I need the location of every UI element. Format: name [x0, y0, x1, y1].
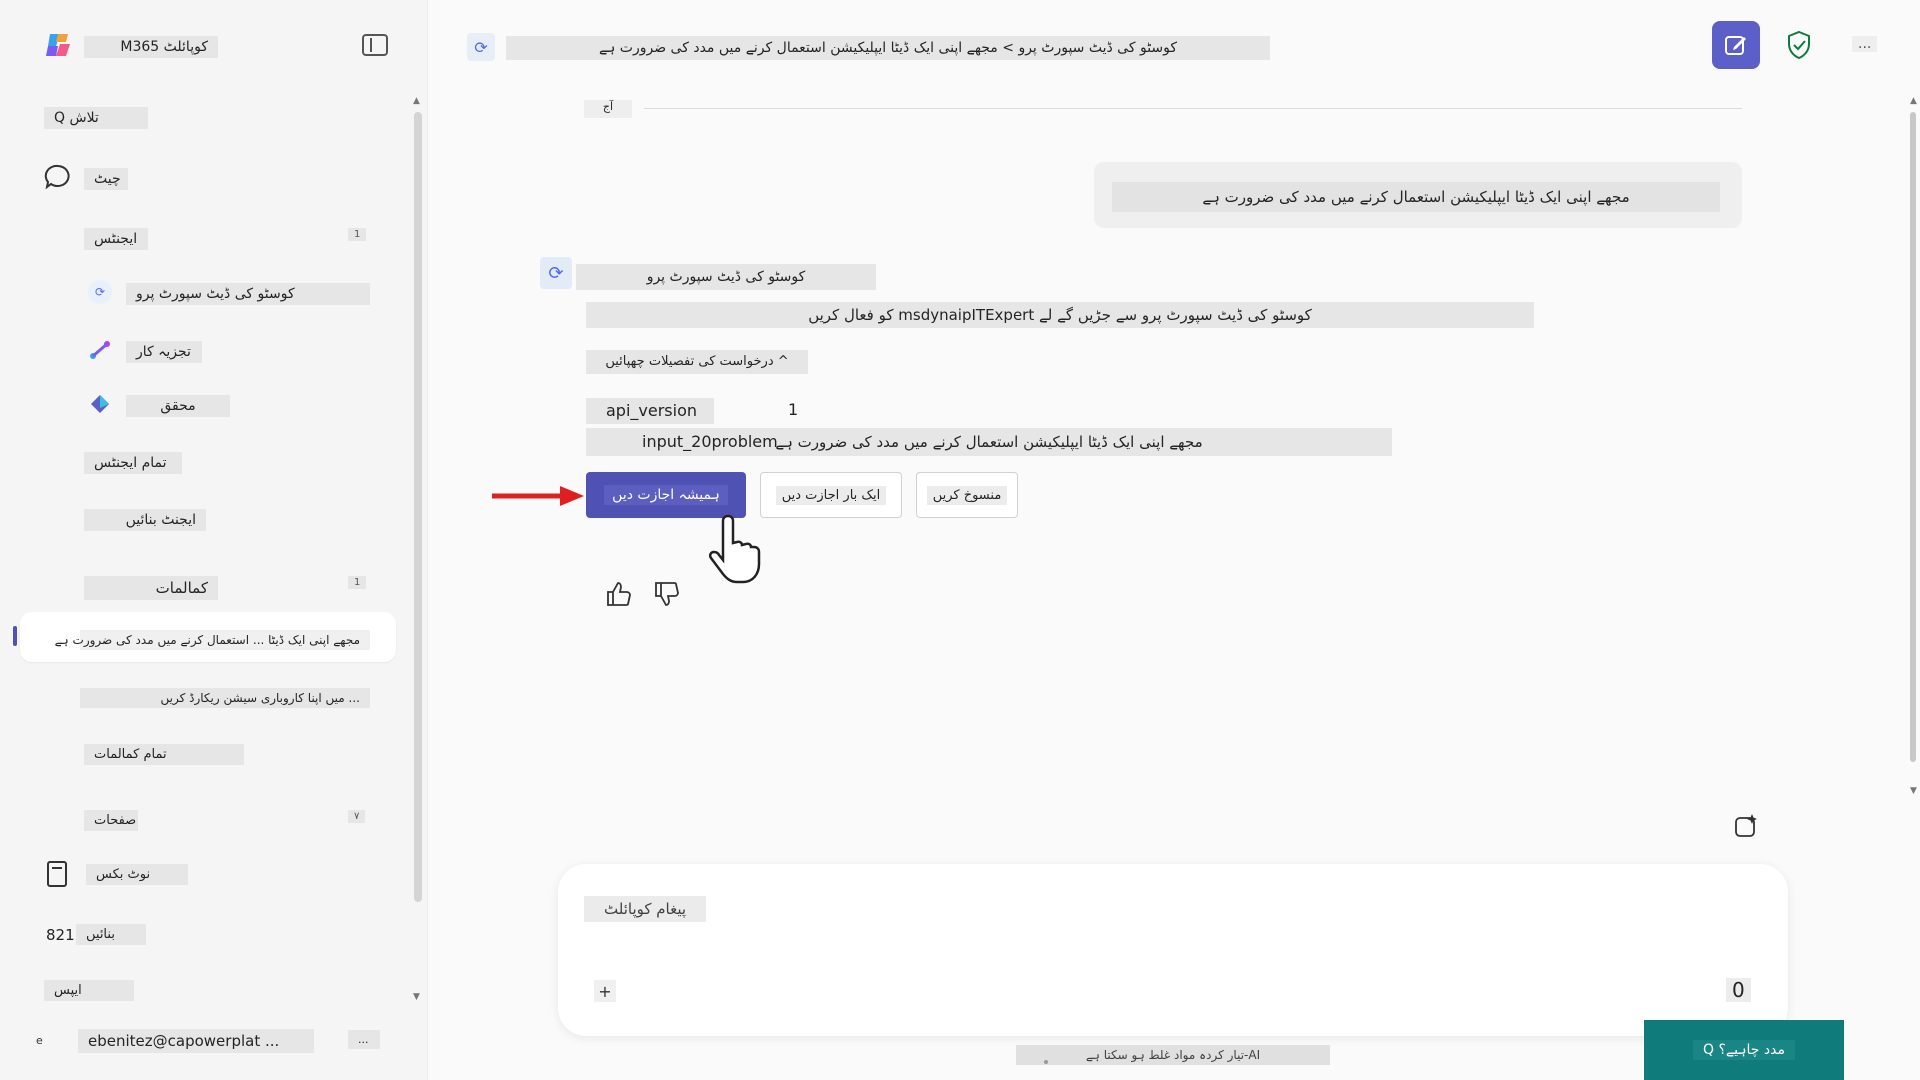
sidebar-item-apps[interactable]: ایپس — [44, 980, 134, 1001]
analyst-icon — [90, 341, 110, 359]
shield-check-icon[interactable] — [1786, 30, 1812, 60]
message-composer[interactable] — [558, 864, 1788, 1036]
sidebar-item-create[interactable]: بنائیں — [76, 924, 146, 945]
sidebar-item-conversation-2[interactable]: ... میں اپنا کاروباری سیشن ریکارڈ کریں — [80, 688, 370, 708]
agents-section-label: ایجنٹس — [84, 228, 148, 250]
param-value-api-version: 1 — [788, 400, 799, 419]
create-badge: 821 — [46, 926, 75, 944]
always-allow-label: ہمیشہ اجازت دیں — [604, 485, 728, 505]
main-scroll-down-icon[interactable]: ▼ — [1910, 786, 1917, 796]
sidebar-scrollbar[interactable] — [414, 112, 422, 902]
user-avatar[interactable]: e — [36, 1034, 48, 1047]
agent-name: کوسٹو کی ڈیٹ سپورٹ پرو — [576, 264, 876, 290]
date-divider-label: آج — [584, 100, 632, 118]
all-conversations-link[interactable]: تمام کمالمات — [84, 744, 244, 765]
cancel-button[interactable]: منسوخ کریں — [916, 472, 1018, 518]
allow-once-button[interactable]: ایک بار اجازت دیں — [760, 472, 902, 518]
param-name-input: input_20problem — [642, 432, 778, 451]
user-more-button[interactable]: ... — [348, 1030, 380, 1049]
compose-icon — [1725, 36, 1746, 55]
notebooks-count: ۷ — [348, 810, 366, 823]
sidebar-item-conversation-1[interactable]: مجھے اپنی ایک ڈیٹا ... استعمال کرنے میں … — [55, 630, 370, 650]
allow-once-label: ایک بار اجازت دیں — [775, 485, 887, 505]
main-scrollbar[interactable] — [1910, 112, 1916, 762]
cancel-label: منسوخ کریں — [926, 485, 1008, 505]
sidebar-item-notebooks[interactable]: نوٹ بکس — [86, 864, 188, 885]
scroll-up-icon[interactable]: ▲ — [413, 96, 420, 106]
new-chat-button[interactable] — [1712, 21, 1760, 69]
conversations-section-label: کمالمات — [84, 576, 218, 600]
all-agents-link[interactable]: تمام ایجنٹس — [84, 452, 182, 474]
help-button[interactable]: Q مدد چاہیے؟ — [1644, 1020, 1844, 1080]
main-scroll-up-icon[interactable]: ▲ — [1910, 96, 1917, 106]
search-button[interactable]: Q تلاش — [44, 107, 148, 129]
sidebar-item-chat[interactable]: چیٹ — [84, 168, 128, 190]
researcher-icon — [91, 395, 109, 413]
notebook-icon — [47, 861, 67, 887]
conversations-count: 1 — [348, 576, 367, 589]
prompt-suggestions-icon[interactable] — [1732, 812, 1760, 840]
attach-button[interactable]: + — [594, 980, 616, 1002]
user-email[interactable]: ebenitez@capowerplat ... — [78, 1029, 314, 1053]
chat-icon — [44, 164, 70, 190]
request-details-toggle[interactable]: ^ درخواست کی تفصیلات چھپائیں — [586, 350, 808, 374]
sidebar-item-agent-3[interactable]: محقق — [126, 395, 230, 417]
copilot-logo-icon — [46, 34, 70, 56]
character-counter: 0 — [1726, 978, 1751, 1002]
help-button-label: Q مدد چاہیے؟ — [1693, 1040, 1795, 1060]
more-options-button[interactable]: ... — [1852, 36, 1878, 52]
breadcrumb: کوسٹو کی ڈیٹ سپورٹ پرو > مجھے اپنی ایک ڈ… — [506, 36, 1270, 60]
app-name: M365 کوپائلٹ — [84, 36, 218, 58]
thumbs-down-icon[interactable] — [652, 580, 680, 608]
message-input[interactable]: پیغام کوپائلٹ — [584, 896, 707, 922]
sidebar-item-agent-1[interactable]: کوسٹو کی ڈیٹ سپورٹ پرو — [126, 283, 370, 305]
date-divider — [644, 108, 1742, 109]
agents-count: 1 — [348, 228, 367, 241]
notebooks-section-label: صفحات — [84, 810, 138, 831]
sidebar-toggle-icon[interactable] — [362, 34, 388, 56]
user-message-text: مجھے اپنی ایک ڈیٹا ایپلیکیشن استعمال کرن… — [1112, 182, 1720, 212]
agent-sync-icon: ⟳ — [467, 33, 495, 61]
active-indicator — [13, 626, 17, 646]
thumbs-up-icon[interactable] — [604, 580, 632, 608]
sidebar-item-agent-2[interactable]: تجزیہ کار — [126, 341, 202, 363]
param-name-api-version: api_version — [586, 398, 714, 424]
agent-avatar-icon: ⟳ — [540, 257, 572, 289]
ai-disclaimer: AI-تیار کردہ مواد غلط ہو سکتا ہے — [1016, 1045, 1330, 1065]
hand-cursor-icon — [708, 514, 761, 584]
sidebar: M365 کوپائلٹ ▲ Q تلاش چیٹ ایجنٹس 1 ⟳ کوس… — [0, 0, 428, 1080]
agent-sync-icon: ⟳ — [88, 280, 112, 304]
red-arrow-annotation — [492, 486, 584, 506]
agent-message-line: کوسٹو کی ڈیٹ سپورٹ پرو سے جڑیں گے لے msd… — [586, 302, 1534, 328]
disclaimer-dot — [1044, 1060, 1048, 1064]
create-agent-link[interactable]: ایجنٹ بنائیں — [84, 509, 206, 531]
scroll-down-icon[interactable]: ▼ — [413, 992, 420, 1002]
